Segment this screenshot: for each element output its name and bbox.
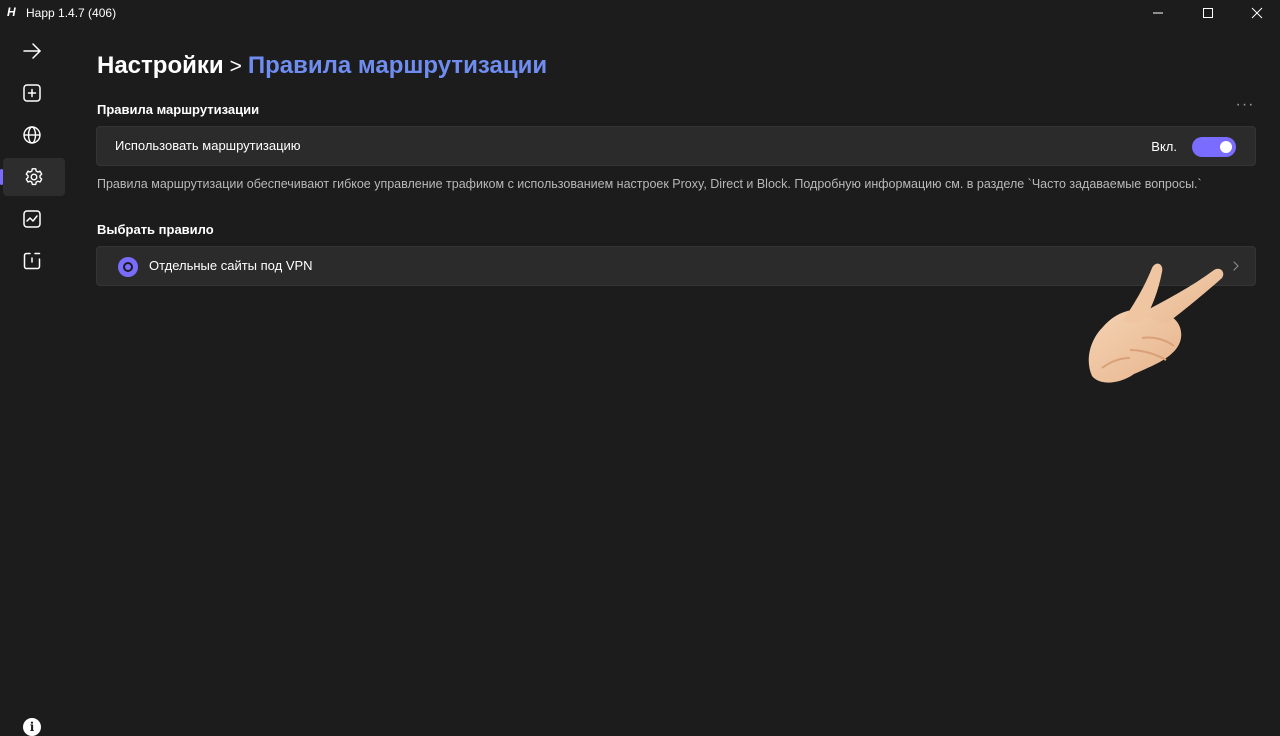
close-icon (1251, 7, 1263, 19)
maximize-icon (1203, 8, 1213, 18)
routing-section-title: Правила маршрутизации (97, 102, 260, 117)
use-routing-toggle[interactable] (1192, 137, 1236, 157)
info-button[interactable]: i (23, 718, 41, 736)
arrow-right-icon (23, 43, 41, 59)
app-logo: H (7, 5, 16, 19)
window-title: Happ 1.4.7 (406) (26, 6, 117, 20)
sidebar-item-servers[interactable] (0, 116, 64, 154)
power-timer-icon (23, 252, 41, 270)
rule-section-title: Выбрать правило (97, 222, 214, 237)
routing-description: Правила маршрутизации обеспечивают гибко… (97, 177, 1202, 191)
page-title: Правила маршрутизации (247, 52, 548, 79)
sidebar-item-settings[interactable] (0, 158, 65, 196)
sidebar-item-add[interactable] (0, 74, 64, 112)
minimize-icon (1153, 12, 1163, 14)
close-button[interactable] (1234, 0, 1280, 26)
maximize-button[interactable] (1185, 0, 1231, 26)
rule-selected-label: Отдельные сайты под VPN (149, 258, 313, 273)
activity-chart-icon (23, 210, 41, 228)
more-options-button[interactable]: ··· (1232, 97, 1258, 116)
gear-icon (25, 168, 43, 186)
toggle-state-label: Вкл. (1151, 139, 1177, 154)
sidebar-item-statistics[interactable] (0, 200, 64, 238)
title-bar: H Happ 1.4.7 (406) (0, 0, 1280, 26)
minimize-button[interactable] (1135, 0, 1181, 26)
sidebar-item-connect[interactable] (0, 32, 64, 70)
breadcrumb-root[interactable]: Настройки (97, 52, 224, 79)
add-box-icon (23, 84, 41, 102)
chevron-right-icon (1233, 261, 1239, 271)
sidebar: i (0, 26, 65, 736)
breadcrumb: Настройки > Правила маршрутизации (97, 52, 547, 80)
radio-selected-icon (118, 257, 138, 277)
use-routing-card: Использовать маршрутизацию Вкл. (96, 126, 1256, 166)
use-routing-label: Использовать маршрутизацию (115, 138, 301, 153)
globe-icon (23, 126, 41, 144)
breadcrumb-separator: > (229, 55, 242, 78)
pointing-hand-icon (1088, 263, 1224, 383)
sidebar-item-power[interactable] (0, 242, 64, 280)
active-indicator (0, 169, 3, 185)
toggle-knob (1220, 141, 1232, 153)
